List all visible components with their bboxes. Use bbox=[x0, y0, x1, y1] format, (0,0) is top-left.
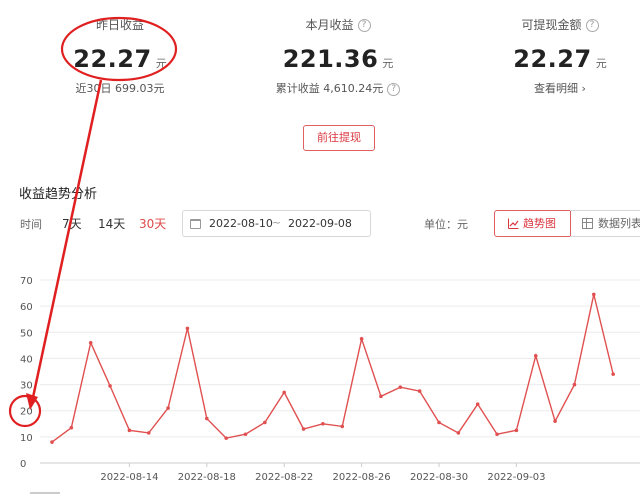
y-tick-label: 10 bbox=[20, 433, 33, 444]
data-point bbox=[301, 427, 306, 431]
table-view-button[interactable]: 数据列表 bbox=[570, 210, 640, 237]
stat-sub: 近30日 699.03元 bbox=[75, 82, 165, 95]
stat-value: 22.27 元 bbox=[513, 45, 607, 73]
data-point bbox=[417, 389, 422, 393]
trend-icon bbox=[508, 218, 519, 229]
data-point bbox=[533, 354, 538, 358]
legend-marker bbox=[30, 492, 60, 497]
x-tick-label: 2022-09-03 bbox=[487, 472, 545, 483]
data-point bbox=[437, 420, 441, 425]
help-icon[interactable]: ? bbox=[357, 18, 371, 32]
stat-label: 昨日收益 bbox=[95, 18, 144, 32]
stat-withdrawable: 可提现金额? 22.27 元 查看明细 › bbox=[500, 0, 620, 97]
data-point bbox=[321, 421, 325, 426]
earnings-trend-chart: 0 10 20 30 40 50 60 70 2022-08-14 2022-08-18 2022-… bbox=[20, 276, 640, 483]
y-tick-label: 40 bbox=[20, 354, 33, 365]
data-point bbox=[185, 326, 190, 331]
stat-label: 本月收益? bbox=[268, 15, 408, 35]
trend-view-button[interactable]: 趋势图 bbox=[494, 210, 571, 237]
x-tick-label: 2022-08-18 bbox=[178, 472, 236, 483]
data-point bbox=[127, 428, 132, 433]
withdraw-button[interactable]: 前往提现 bbox=[303, 125, 375, 151]
x-tick-label: 2022-08-22 bbox=[255, 472, 313, 483]
data-point bbox=[243, 432, 248, 437]
series-line bbox=[51, 294, 614, 443]
data-point bbox=[475, 402, 480, 406]
y-tick-label: 60 bbox=[20, 302, 33, 313]
data-point bbox=[50, 440, 54, 444]
data-point bbox=[611, 372, 615, 376]
stat-label: 可提现金额? bbox=[500, 15, 620, 35]
date-start: 2022-08-10 bbox=[209, 217, 273, 230]
data-point bbox=[205, 416, 209, 421]
stat-this-month: 本月收益? 221.36 元 累计收益 4,610.24元? bbox=[268, 0, 408, 97]
data-point bbox=[340, 424, 345, 429]
date-range-picker[interactable]: 2022-08-10 ~ 2022-09-08 bbox=[182, 210, 371, 237]
x-tick-label: 2022-08-26 bbox=[333, 472, 391, 483]
data-point bbox=[592, 292, 596, 297]
data-point bbox=[495, 432, 499, 437]
data-point bbox=[224, 436, 228, 440]
data-point bbox=[379, 394, 383, 399]
data-point bbox=[359, 337, 364, 341]
help-icon[interactable]: ? bbox=[387, 82, 401, 96]
data-point bbox=[108, 384, 112, 388]
data-point bbox=[282, 390, 287, 395]
stat-yesterday: 昨日收益 22.27 元 近30日 699.03元 bbox=[63, 0, 177, 97]
range-30d[interactable]: 30天 bbox=[139, 215, 166, 232]
range-7d[interactable]: 7天 bbox=[62, 215, 82, 232]
data-point bbox=[146, 431, 151, 435]
section-title: 收益趋势分析 bbox=[19, 187, 98, 202]
stat-value: 221.36 元 bbox=[282, 45, 394, 73]
data-point bbox=[263, 420, 267, 425]
calendar-icon bbox=[190, 219, 201, 229]
x-tick-label: 2022-08-14 bbox=[100, 472, 158, 483]
data-point bbox=[166, 406, 170, 410]
table-icon bbox=[582, 218, 593, 229]
range-14d[interactable]: 14天 bbox=[98, 215, 125, 232]
y-tick-label: 30 bbox=[20, 381, 33, 392]
date-end: 2022-09-08 bbox=[288, 217, 352, 230]
y-tick-label: 20 bbox=[20, 407, 33, 418]
x-tick-label: 2022-08-30 bbox=[410, 472, 468, 483]
y-tick-label: 70 bbox=[20, 276, 33, 287]
date-separator: ~ bbox=[272, 216, 282, 229]
data-point bbox=[88, 340, 93, 345]
y-tick-label: 50 bbox=[20, 328, 33, 339]
unit-label: 单位：元 bbox=[424, 218, 468, 231]
data-point bbox=[398, 385, 403, 389]
data-point bbox=[572, 382, 577, 387]
data-point bbox=[553, 419, 557, 423]
data-point bbox=[456, 431, 461, 435]
data-point bbox=[69, 425, 74, 430]
time-label: 时间 bbox=[20, 218, 42, 231]
view-details-link[interactable]: 查看明细 › bbox=[500, 81, 620, 97]
help-icon[interactable]: ? bbox=[585, 18, 599, 32]
y-tick-label: 0 bbox=[20, 459, 26, 470]
stat-sub: 累计收益 4,610.24元? bbox=[268, 81, 408, 97]
data-point bbox=[514, 428, 519, 433]
stat-value: 22.27 元 bbox=[73, 45, 167, 73]
